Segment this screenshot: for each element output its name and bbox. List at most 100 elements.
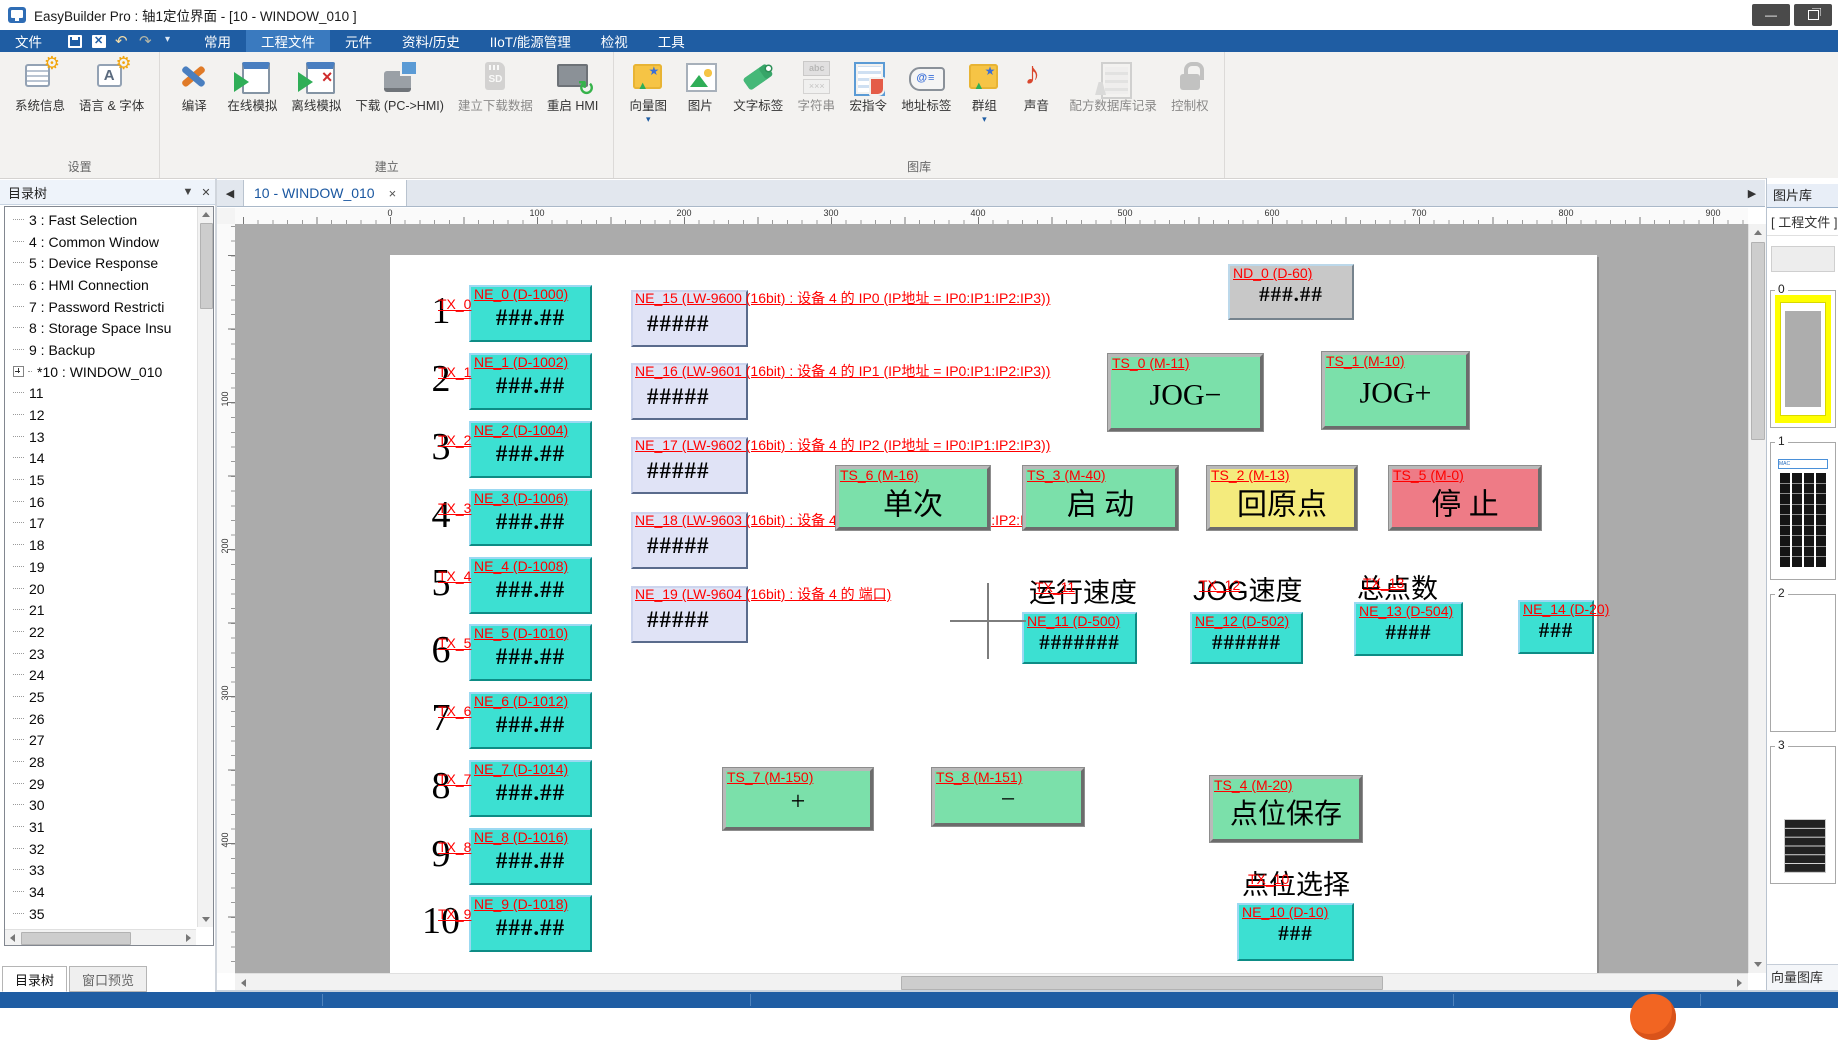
canvas-object-row[interactable]: 3 TX_2 NE_2 (D-1004) ###.## — [418, 421, 598, 481]
numeric-display-object[interactable]: NE_6 (D-1012) ###.## — [469, 692, 592, 749]
tree-scroll-thumb[interactable] — [200, 223, 213, 309]
tree-item[interactable]: 21 — [5, 599, 191, 621]
numeric-display-object[interactable]: NE_11 (D-500) ####### — [1022, 612, 1137, 664]
sidebar-tab[interactable]: 窗口预览 — [69, 966, 147, 992]
picture-library-title[interactable]: 图片库 — [1767, 184, 1838, 208]
library-item-thumbnail[interactable]: MAC — [1775, 447, 1831, 575]
canvas-object-row[interactable]: 8 TX_7 NE_7 (D-1014) ###.## — [418, 760, 598, 820]
ribbon-button[interactable]: 配方数据库记录 — [1062, 56, 1164, 124]
numeric-display-object[interactable]: NE_7 (D-1014) ###.## — [469, 760, 592, 817]
sidebar-close-icon[interactable]: ✕ — [197, 186, 215, 199]
ribbon-button[interactable]: 建立下载数据 — [451, 56, 540, 124]
canvas-vscroll-thumb[interactable] — [1751, 242, 1765, 440]
undo-icon[interactable] — [115, 34, 131, 49]
canvas-object-row[interactable]: 7 TX_6 NE_6 (D-1012) ###.## — [418, 692, 598, 752]
tree-item[interactable]: 31 — [5, 816, 191, 838]
canvas-object-ip-row[interactable]: NE_19 (LW-9604 (16bit) : 设备 4 的 端口) ####… — [631, 586, 1271, 643]
vector-library-tab[interactable]: 向量图库 — [1767, 964, 1838, 990]
quick-access-caret-icon[interactable] — [163, 34, 179, 49]
ribbon-button[interactable]: 声音 — [1010, 56, 1062, 124]
menu-tab[interactable]: 元件 — [330, 30, 387, 52]
numeric-display-object[interactable]: NE_14 (D-20) ### — [1518, 600, 1594, 654]
tree-item[interactable]: 5 : Device Response — [5, 252, 191, 274]
ribbon-button[interactable]: 图片 — [674, 56, 726, 124]
library-item-thumbnail[interactable] — [1775, 599, 1831, 727]
set-bit-button-object[interactable]: TS_2 (M-13) 回原点 — [1207, 466, 1357, 530]
tree-item[interactable]: 19 — [5, 556, 191, 578]
scroll-left-icon[interactable] — [241, 979, 246, 987]
ribbon-button[interactable]: 系统信息 — [8, 56, 72, 124]
ribbon-button[interactable]: 在线模拟 — [220, 56, 284, 124]
ribbon-button[interactable]: 地址标签 — [894, 56, 958, 124]
numeric-display-object[interactable]: NE_1 (D-1002) ###.## — [469, 353, 592, 410]
tree-item[interactable]: 7 : Password Restricti — [5, 296, 191, 318]
tree-item[interactable]: 3 : Fast Selection — [5, 209, 191, 231]
scroll-down-icon[interactable] — [202, 917, 210, 922]
tree-item[interactable]: 23 — [5, 643, 191, 665]
scroll-up-icon[interactable] — [1754, 230, 1762, 235]
ribbon-button[interactable]: 字符串 — [790, 56, 842, 124]
library-item[interactable]: 2 — [1770, 594, 1836, 732]
tree-item[interactable]: 35 — [5, 903, 191, 925]
tree-hscroll-thumb[interactable] — [21, 932, 131, 945]
set-bit-button-object[interactable]: TS_7 (M-150) + — [723, 768, 873, 830]
canvas-text-object[interactable]: 点位选择 TX_10 — [1242, 863, 1350, 902]
numeric-display-object[interactable]: ND_0 (D-60) ###.## — [1228, 264, 1354, 320]
canvas-horizontal-scrollbar[interactable] — [235, 973, 1748, 991]
ribbon-button[interactable]: 群组 ▾ — [958, 56, 1010, 124]
sidebar-dropdown-icon[interactable]: ▼ — [179, 186, 197, 198]
tree-item[interactable]: 32 — [5, 838, 191, 860]
canvas-text-object[interactable]: 总点数 TX_13 — [1357, 567, 1438, 606]
library-category-select[interactable]: [ 工程文件 ] — [1767, 210, 1838, 236]
tree-item[interactable]: 33 — [5, 860, 191, 882]
set-bit-button-object[interactable]: TS_6 (M-16) 单次 — [836, 466, 990, 530]
tree-item[interactable]: 4 : Common Window — [5, 231, 191, 253]
numeric-display-object[interactable]: NE_0 (D-1000) ###.## — [469, 285, 592, 342]
menu-tab[interactable]: 工程文件 — [246, 30, 330, 52]
tree-item[interactable]: 34 — [5, 881, 191, 903]
tree-item[interactable]: 13 — [5, 426, 191, 448]
canvas-object-row[interactable]: 2 TX_1 NE_1 (D-1002) ###.## — [418, 353, 598, 413]
tree-item[interactable]: 27 — [5, 730, 191, 752]
tree-item[interactable]: 17 — [5, 513, 191, 535]
tree-item[interactable]: 28 — [5, 751, 191, 773]
tree-item[interactable]: 29 — [5, 773, 191, 795]
tree-item[interactable]: 22 — [5, 621, 191, 643]
scroll-down-icon[interactable] — [1754, 962, 1762, 967]
canvas-vertical-scrollbar[interactable] — [1748, 224, 1766, 973]
tree-item[interactable]: 6 : HMI Connection — [5, 274, 191, 296]
numeric-display-object[interactable]: NE_4 (D-1008) ###.## — [469, 557, 592, 614]
set-bit-button-object[interactable]: TS_3 (M-40) 启 动 — [1023, 466, 1178, 530]
scroll-right-icon[interactable] — [1737, 979, 1742, 987]
numeric-display-object[interactable]: NE_5 (D-1010) ###.## — [469, 624, 592, 681]
canvas-object-row[interactable]: 6 TX_5 NE_5 (D-1010) ###.## — [418, 624, 598, 684]
ribbon-button[interactable]: 宏指令 — [842, 56, 894, 124]
set-bit-button-object[interactable]: TS_5 (M-0) 停 止 — [1389, 466, 1541, 530]
tree-item[interactable]: 9 : Backup — [5, 339, 191, 361]
tree-item[interactable]: 30 — [5, 795, 191, 817]
design-canvas[interactable]: 1 TX_0 NE_0 (D-1000) ###.## 2 TX_1 NE_1 … — [235, 224, 1748, 973]
ribbon-button[interactable]: 控制权 — [1164, 56, 1216, 124]
tab-scroll-right-icon[interactable]: ▶ — [1739, 180, 1765, 206]
canvas-object-row[interactable]: 1 TX_0 NE_0 (D-1000) ###.## — [418, 285, 598, 345]
canvas-object-ip-row[interactable]: NE_15 (LW-9600 (16bit) : 设备 4 的 IP0 (IP地… — [631, 290, 1271, 347]
tree-item[interactable]: 11 — [5, 383, 191, 405]
export-icon[interactable] — [91, 34, 107, 49]
library-item-thumbnail[interactable] — [1775, 751, 1831, 879]
set-bit-button-object[interactable]: TS_1 (M-10) JOG+ — [1322, 352, 1469, 429]
tree-vertical-scrollbar[interactable] — [197, 207, 213, 927]
library-filter-box[interactable] — [1771, 246, 1835, 272]
scroll-up-icon[interactable] — [202, 212, 210, 217]
tree-item[interactable]: 12 — [5, 404, 191, 426]
scroll-right-icon[interactable] — [186, 934, 191, 942]
expand-icon[interactable] — [13, 366, 24, 377]
ribbon-button[interactable]: 下载 (PC->HMI) — [348, 56, 451, 124]
numeric-display-object[interactable]: NE_10 (D-10) ### — [1237, 903, 1354, 961]
tree-item[interactable]: 24 — [5, 664, 191, 686]
canvas-text-object[interactable]: JOG速度 TX_12 — [1193, 569, 1303, 608]
set-bit-button-object[interactable]: TS_8 (M-151) − — [932, 768, 1084, 826]
ribbon-button[interactable]: 文字标签 — [726, 56, 790, 124]
library-item-thumbnail[interactable] — [1775, 295, 1831, 423]
file-menu[interactable]: 文件 — [0, 30, 57, 52]
canvas-object-row[interactable]: 9 TX_8 NE_8 (D-1016) ###.## — [418, 828, 598, 888]
